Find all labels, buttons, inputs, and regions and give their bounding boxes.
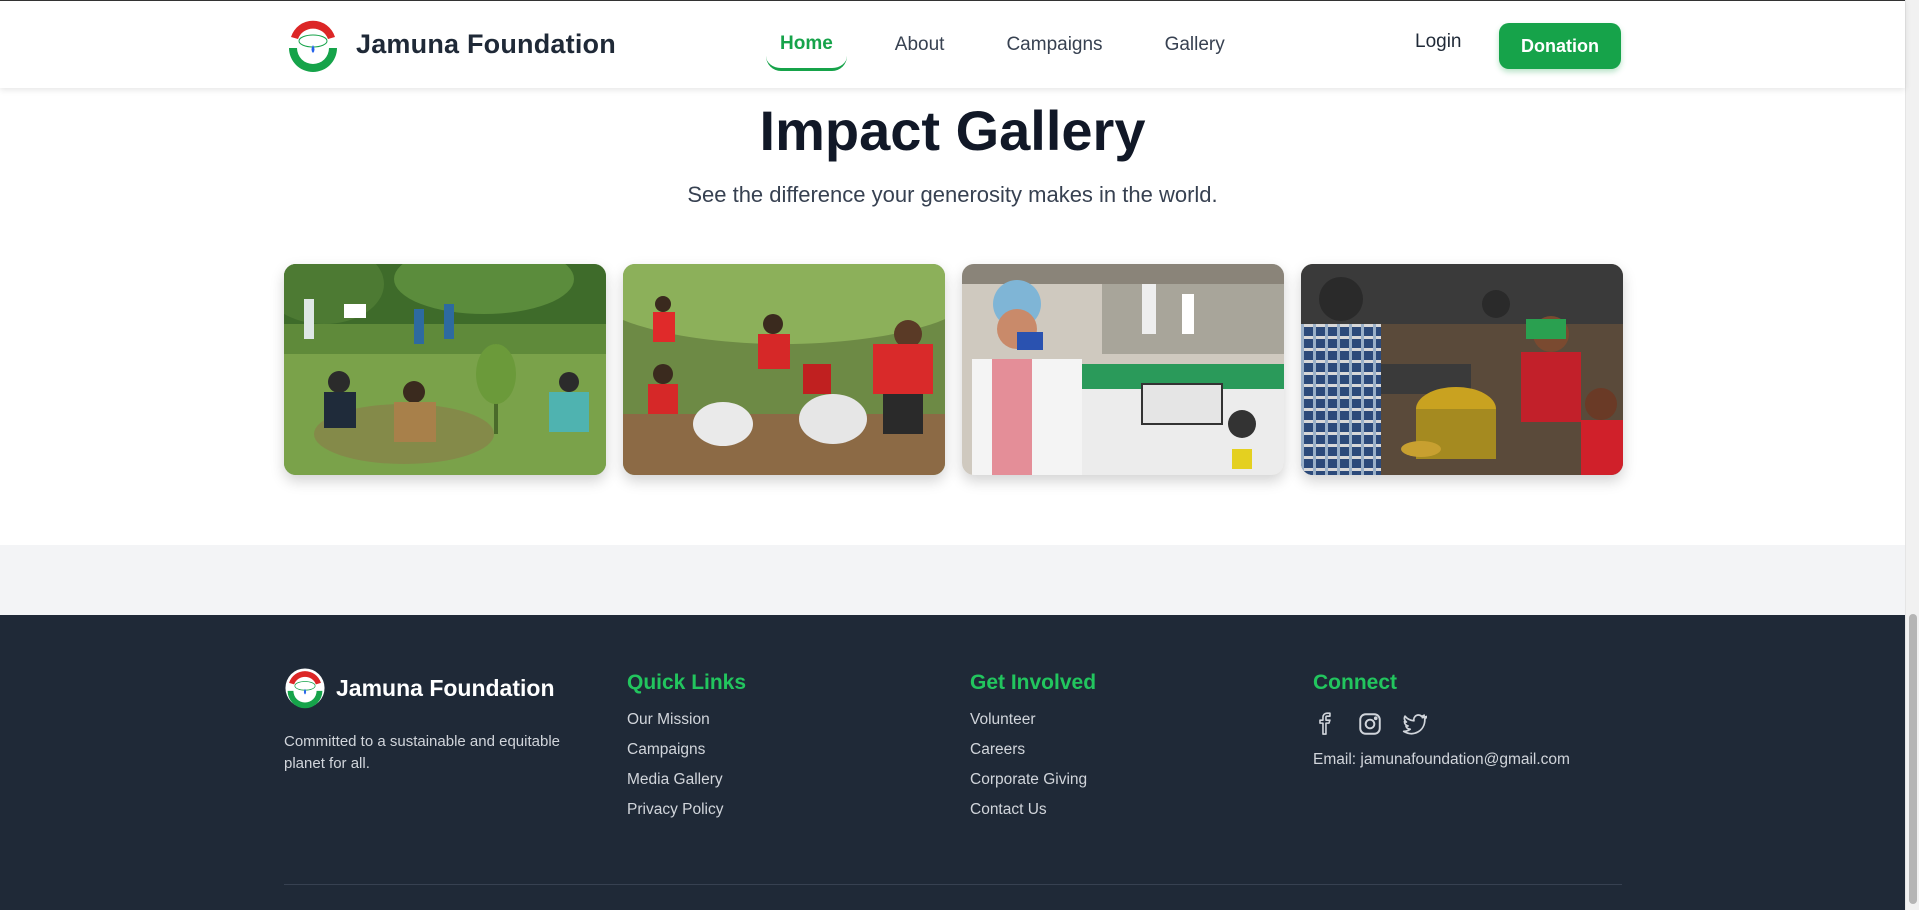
site-footer: Jamuna Foundation Committed to a sustain… [0, 615, 1905, 910]
gallery-image-cleanup-drive[interactable] [623, 264, 945, 475]
facebook-icon[interactable] [1313, 711, 1339, 737]
twitter-icon[interactable] [1401, 711, 1428, 737]
footer-description: Committed to a sustainable and equitable… [284, 733, 561, 772]
donation-button[interactable]: Donation [1499, 23, 1621, 69]
nav-campaigns[interactable]: Campaigns [992, 19, 1116, 71]
footer-link-our-mission[interactable]: Our Mission [627, 711, 746, 729]
site-header: Jamuna Foundation Home About Campaigns G… [0, 0, 1905, 88]
nav-about[interactable]: About [881, 19, 959, 71]
social-links [1313, 711, 1570, 737]
gallery-subtitle: See the difference your generosity makes… [687, 182, 1218, 207]
quick-links-heading: Quick Links [627, 671, 747, 694]
nav-gallery[interactable]: Gallery [1151, 19, 1239, 71]
gallery-image-food-distribution[interactable] [1301, 264, 1623, 475]
footer-link-campaigns[interactable]: Campaigns [627, 741, 746, 759]
brand-name: Jamuna Foundation [356, 28, 616, 59]
footer-divider [284, 884, 1622, 885]
gallery-image-blood-donation[interactable] [962, 264, 1284, 475]
page-scrollbar[interactable] [1905, 0, 1919, 910]
connect-column: Connect Email: jamunafoundation@gmail.co… [1313, 671, 1570, 769]
footer-brand-name: Jamuna Foundation [336, 674, 555, 701]
footer-logo [284, 667, 326, 709]
connect-heading: Connect [1313, 671, 1397, 694]
footer-brand[interactable]: Jamuna Foundation [284, 667, 555, 709]
login-link[interactable]: Login [1415, 31, 1462, 53]
gallery-grid [284, 264, 1623, 475]
get-involved-heading: Get Involved [970, 671, 1097, 694]
nav-home[interactable]: Home [766, 19, 847, 71]
main-nav: Home About Campaigns Gallery [766, 19, 1273, 71]
footer-link-privacy-policy[interactable]: Privacy Policy [627, 801, 746, 819]
footer-link-contact-us[interactable]: Contact Us [970, 801, 1096, 819]
get-involved-column: Get Involved Volunteer Careers Corporate… [970, 671, 1096, 831]
footer-link-corporate-giving[interactable]: Corporate Giving [970, 771, 1096, 789]
foundation-logo [284, 15, 342, 73]
instagram-icon[interactable] [1357, 711, 1383, 737]
footer-link-volunteer[interactable]: Volunteer [970, 711, 1096, 729]
impact-gallery-section: Impact Gallery See the difference your g… [0, 88, 1905, 545]
gallery-image-tree-planting[interactable] [284, 264, 606, 475]
footer-link-careers[interactable]: Careers [970, 741, 1096, 759]
footer-link-media-gallery[interactable]: Media Gallery [627, 771, 746, 789]
gallery-title: Impact Gallery [759, 99, 1146, 162]
section-spacer [0, 545, 1905, 615]
quick-links-column: Quick Links Our Mission Campaigns Media … [627, 671, 746, 831]
contact-email: Email: jamunafoundation@gmail.com [1313, 751, 1570, 768]
brand[interactable]: Jamuna Foundation [284, 15, 616, 73]
scrollbar-thumb[interactable] [1909, 614, 1917, 904]
